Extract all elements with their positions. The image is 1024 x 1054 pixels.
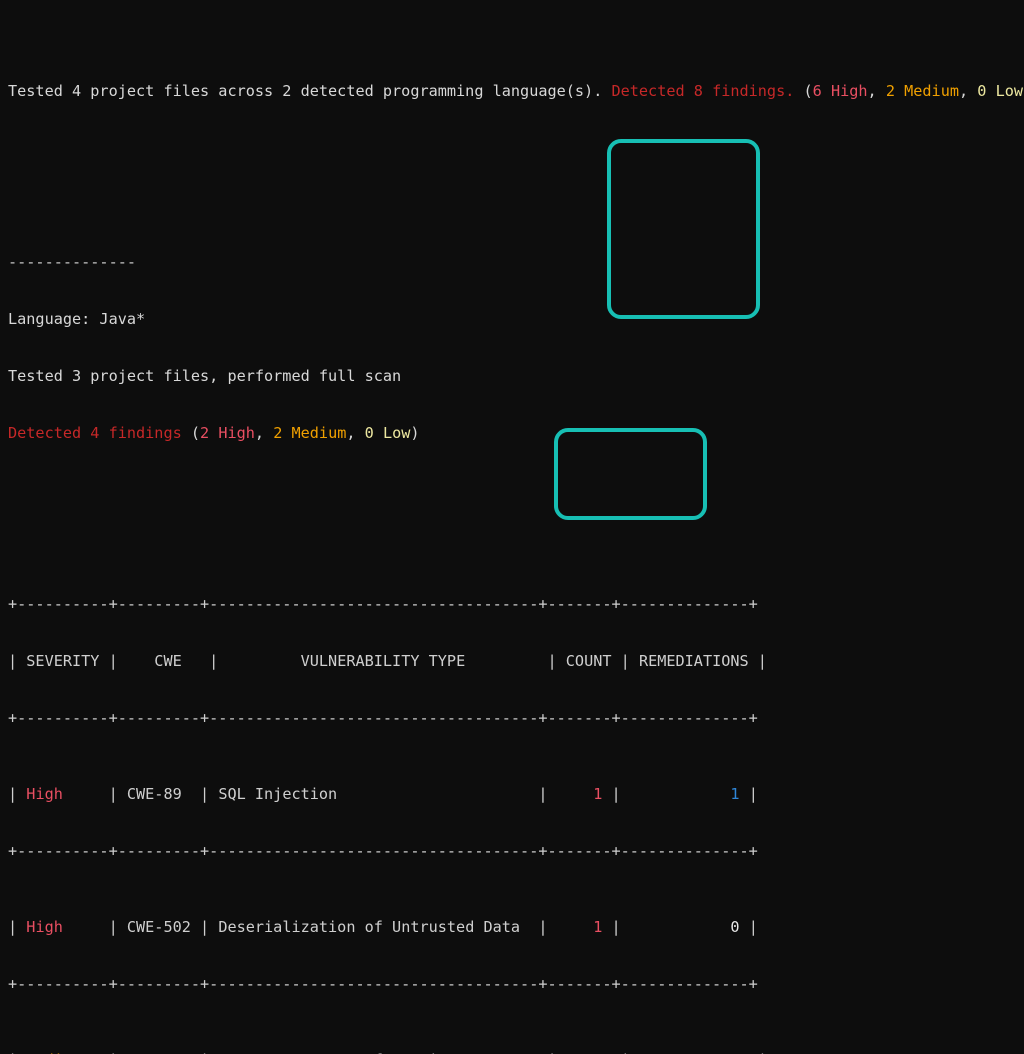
table-0-rule-row-1: +----------+---------+------------------… <box>8 975 1024 994</box>
section-0-paren-open: ( <box>182 424 200 442</box>
table-0-row-0-count-pre: | <box>538 785 593 803</box>
table-0-row-0-severity: High <box>26 785 63 803</box>
table-0-row-1-count-pre: | <box>538 918 593 936</box>
table-0-row-1-count-post <box>602 918 611 936</box>
table-0-row-2-type: | Error Messages Information Exposure <box>200 1051 547 1054</box>
table-row: | High | CWE-502 | Deserialization of Un… <box>8 918 1024 937</box>
section-0-tested: Tested 3 project files, performed full s… <box>8 367 1024 386</box>
table-0-header-severity: | SEVERITY | <box>8 652 127 670</box>
table-0-header-remediations: | REMEDIATIONS | <box>621 652 767 670</box>
table-0-row-2-rem-post: | <box>749 1051 767 1054</box>
blank-line <box>8 500 1024 519</box>
table-0-row-1-severity-pipe: | <box>8 918 26 936</box>
terminal-window: Tested 4 project files across 2 detected… <box>0 0 1024 527</box>
table-0-header-count: | COUNT <box>548 652 621 670</box>
table-0-row-2-severity: Medium <box>26 1051 81 1054</box>
summary-sep-2: , <box>959 82 977 100</box>
table-0-row-0-rem-pre: | <box>612 785 731 803</box>
table-row: | High | CWE-89 | SQL Injection | 1 | 1 … <box>8 785 1024 804</box>
table-0-row-0-type: | SQL Injection <box>200 785 538 803</box>
table-0-row-1-pad <box>63 918 109 936</box>
table-0-header-cwe: CWE <box>127 652 209 670</box>
table-0-rule-row-0: +----------+---------+------------------… <box>8 842 1024 861</box>
summary-low-count: 0 Low <box>977 82 1023 100</box>
summary-sep-1: , <box>868 82 886 100</box>
summary-tested-text: Tested 4 project files across 2 detected… <box>8 82 611 100</box>
section-0-sep-2: , <box>346 424 364 442</box>
table-0-row-0-count: 1 <box>593 785 602 803</box>
terminal-output: Tested 4 project files across 2 detected… <box>8 6 1024 1054</box>
table-0-row-0-pad <box>63 785 109 803</box>
table-0-row-1-severity: High <box>26 918 63 936</box>
section-0-divider: -------------- <box>8 253 1024 272</box>
section-0-detected: Detected 4 findings <box>8 424 182 442</box>
section-0-medium: 2 Medium <box>273 424 346 442</box>
table-0-row-0-rem-post: | <box>740 785 758 803</box>
table-0-row-2-severity-pipe: | <box>8 1051 26 1054</box>
summary-detected-text: Detected 8 findings. <box>611 82 794 100</box>
table-0-rule-header: +----------+---------+------------------… <box>8 709 1024 728</box>
table-0-row-2-count: 2 <box>602 1051 611 1054</box>
summary-high-count: 6 High <box>813 82 868 100</box>
section-0-paren-close: ) <box>410 424 419 442</box>
section-0-detected-line: Detected 4 findings (2 High, 2 Medium, 0… <box>8 424 1024 443</box>
table-0-row-0-remediations: 1 <box>730 785 739 803</box>
table-row: | Medium | CWE-209 | Error Messages Info… <box>8 1051 1024 1054</box>
table-0-row-2-rem-pre: | <box>621 1051 740 1054</box>
table-0-row-2-count-pre: | <box>548 1051 603 1054</box>
table-0-header-vulntype: VULNERABILITY TYPE <box>218 652 547 670</box>
table-0-row-1-cwe: | CWE-502 <box>109 918 200 936</box>
table-0-row-1-remediations: 0 <box>730 918 739 936</box>
blank-line <box>8 158 1024 177</box>
table-0-header-row: | SEVERITY | CWE | VULNERABILITY TYPE | … <box>8 652 1024 671</box>
table-0-row-1-rem-pre: | <box>612 918 731 936</box>
table-0-row-1-count: 1 <box>593 918 602 936</box>
section-0-language: Language: Java* <box>8 310 1024 329</box>
section-0-high: 2 High <box>200 424 255 442</box>
section-0-sep-1: , <box>255 424 273 442</box>
table-0-rule-top: +----------+---------+------------------… <box>8 595 1024 614</box>
table-0-row-0-cwe: | CWE-89 <box>109 785 200 803</box>
table-0-row-2-cwe: | CWE-209 <box>109 1051 200 1054</box>
table-0-row-2-pad <box>81 1051 108 1054</box>
table-0-row-2-count-post <box>612 1051 621 1054</box>
summary-line: Tested 4 project files across 2 detected… <box>8 82 1024 101</box>
table-0-row-0-severity-pipe: | <box>8 785 26 803</box>
summary-paren-open: ( <box>794 82 812 100</box>
table-0-row-1-type: | Deserialization of Untrusted Data <box>200 918 538 936</box>
table-0-row-1-rem-post: | <box>740 918 758 936</box>
table-0-row-0-count-post <box>602 785 611 803</box>
table-0-row-2-remediations: 0 <box>740 1051 749 1054</box>
section-0-low: 0 Low <box>365 424 411 442</box>
summary-medium-count: 2 Medium <box>886 82 959 100</box>
table-0-header-sep: | <box>209 652 218 670</box>
